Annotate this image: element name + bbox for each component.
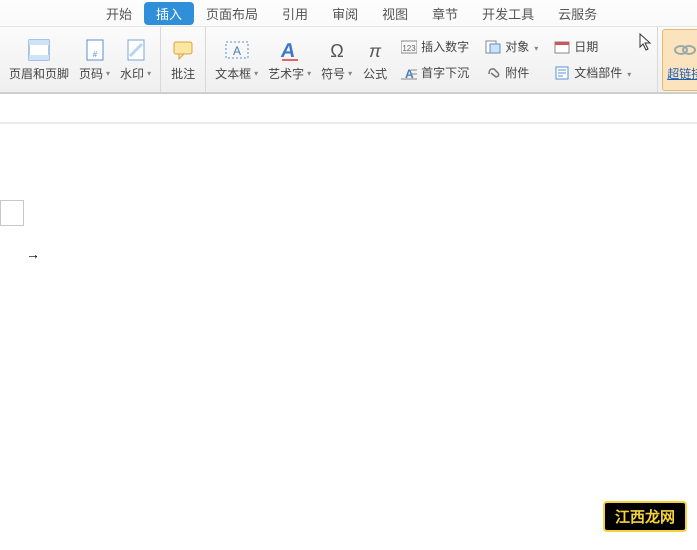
- object-label: 对象: [505, 38, 529, 55]
- svg-text:A: A: [279, 40, 297, 62]
- hyperlink-icon: [672, 37, 697, 63]
- group-header: 页眉和页脚 # 页码 水印: [0, 27, 161, 92]
- drop-cap-label: 首字下沉: [421, 64, 469, 81]
- comment-icon: [170, 37, 196, 63]
- equation-icon: π: [362, 37, 388, 63]
- page-number-label: 页码: [79, 65, 110, 82]
- symbol-button[interactable]: Ω 符号: [316, 29, 357, 91]
- wordart-label: 艺术字: [268, 65, 311, 82]
- header-footer-icon: [26, 37, 52, 63]
- attachment-label: 附件: [505, 64, 529, 81]
- object-button[interactable]: 对象: [483, 37, 540, 57]
- small-col-1: 123 插入数字 A 首字下沉: [393, 37, 477, 83]
- wordart-icon: A: [277, 37, 303, 63]
- tab-view[interactable]: 视图: [370, 1, 420, 26]
- tab-review[interactable]: 审阅: [320, 1, 370, 26]
- watermark-button[interactable]: 水印: [115, 29, 156, 91]
- group-text: A 文本框 A 艺术字 Ω 符号 π 公式: [206, 27, 657, 92]
- svg-text:A: A: [233, 44, 241, 58]
- header-footer-label: 页眉和页脚: [9, 65, 69, 82]
- doc-parts-label: 文档部件: [574, 64, 622, 81]
- tab-bar: 开始 插入 页面布局 引用 审阅 视图 章节 开发工具 云服务: [0, 0, 697, 26]
- drop-cap-icon: A: [401, 65, 417, 81]
- comment-label: 批注: [171, 65, 195, 82]
- insert-number-label: 插入数字: [421, 38, 469, 55]
- hyperlink-button[interactable]: 超链接: [662, 29, 697, 91]
- watermark-label: 水印: [120, 65, 151, 82]
- insert-number-button[interactable]: 123 插入数字: [399, 37, 471, 57]
- symbol-label: 符号: [321, 65, 352, 82]
- watermark-icon: [123, 37, 149, 63]
- insert-number-icon: 123: [401, 39, 417, 55]
- page-edge: [0, 122, 697, 124]
- arrow-text: →: [26, 246, 39, 262]
- comment-button[interactable]: 批注: [165, 29, 201, 91]
- svg-text:π: π: [369, 41, 382, 61]
- date-label: 日期: [574, 38, 598, 55]
- group-comment: 批注: [161, 27, 206, 92]
- tab-layout[interactable]: 页面布局: [194, 1, 270, 26]
- doc-parts-dd: [626, 66, 631, 80]
- date-button[interactable]: 日期: [552, 37, 633, 57]
- tab-devtools[interactable]: 开发工具: [470, 1, 546, 26]
- tab-reference[interactable]: 引用: [270, 1, 320, 26]
- site-watermark: 江西龙网: [603, 501, 687, 532]
- svg-text:Ω: Ω: [330, 41, 343, 61]
- textbox-icon: A: [224, 37, 250, 63]
- small-col-3: 日期 文档部件: [546, 37, 639, 83]
- group-link: 超链接: [657, 27, 697, 92]
- document-area[interactable]: → 江西龙网: [0, 93, 697, 550]
- drop-cap-button[interactable]: A 首字下沉: [399, 63, 471, 83]
- tab-start[interactable]: 开始: [94, 1, 144, 26]
- object-dd: [533, 40, 538, 54]
- cursor-pointer-icon: [639, 33, 653, 51]
- textbox-label: 文本框: [215, 65, 258, 82]
- tab-chapter[interactable]: 章节: [420, 1, 470, 26]
- text-cursor-box: [0, 200, 24, 226]
- page-number-button[interactable]: # 页码: [74, 29, 115, 91]
- tab-cloud[interactable]: 云服务: [546, 1, 609, 26]
- doc-parts-button[interactable]: 文档部件: [552, 63, 633, 83]
- equation-label: 公式: [363, 65, 387, 82]
- date-icon: [554, 39, 570, 55]
- tab-insert[interactable]: 插入: [144, 2, 194, 25]
- header-footer-button[interactable]: 页眉和页脚: [4, 29, 74, 91]
- wordart-button[interactable]: A 艺术字: [263, 29, 316, 91]
- attachment-button[interactable]: 附件: [483, 63, 540, 83]
- page-number-icon: #: [82, 37, 108, 63]
- textbox-button[interactable]: A 文本框: [210, 29, 263, 91]
- svg-text:#: #: [92, 50, 97, 59]
- symbol-icon: Ω: [324, 37, 350, 63]
- svg-text:123: 123: [402, 44, 416, 53]
- equation-button[interactable]: π 公式: [357, 29, 393, 91]
- doc-parts-icon: [554, 65, 570, 81]
- small-col-2: 对象 附件: [477, 37, 546, 83]
- object-icon: [485, 39, 501, 55]
- attachment-icon: [485, 65, 501, 81]
- toolbar: 页眉和页脚 # 页码 水印 批注: [0, 26, 697, 92]
- ribbon: 开始 插入 页面布局 引用 审阅 视图 章节 开发工具 云服务 页眉和页脚 # …: [0, 0, 697, 93]
- hyperlink-label: 超链接: [667, 65, 697, 82]
